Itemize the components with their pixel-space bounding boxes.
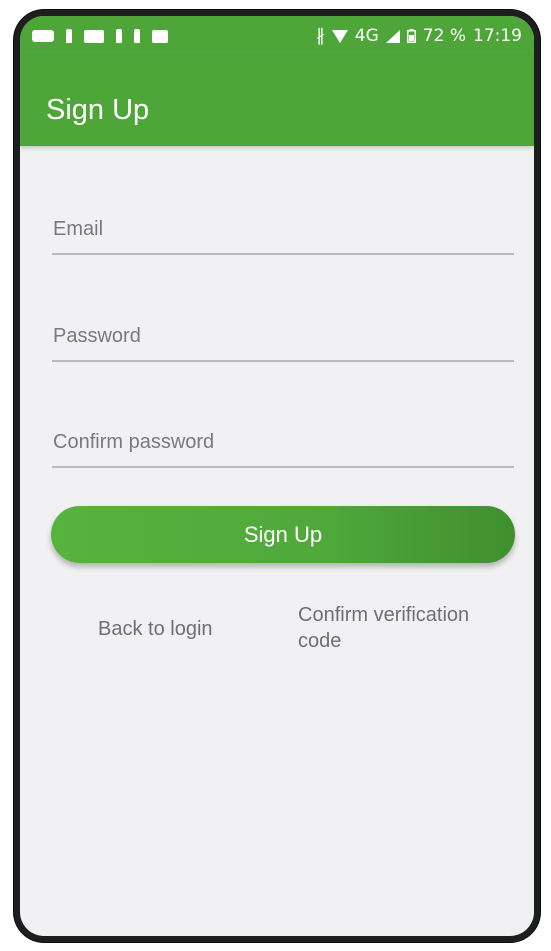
notification-icon (66, 29, 72, 43)
notification-icon (134, 29, 140, 43)
signal-icon (385, 29, 400, 43)
network-type: 4G (354, 25, 379, 46)
message-icon (32, 30, 54, 42)
bluetooth-icon: ∦ (316, 25, 325, 46)
back-to-login-link[interactable]: Back to login (98, 616, 213, 642)
clock: 17:19 (473, 25, 522, 46)
status-bar: ∦ 4G 72 % 17:19 (20, 16, 534, 56)
notification-icons (32, 29, 168, 43)
password-placeholder: Password (53, 325, 141, 347)
wifi-icon (331, 29, 348, 43)
email-placeholder: Email (53, 218, 104, 240)
system-status: ∦ 4G 72 % 17:19 (316, 25, 522, 46)
notification-icon (116, 29, 122, 43)
app-bar: Sign Up (20, 56, 534, 146)
confirm-password-field[interactable]: Confirm password (52, 416, 514, 468)
image-icon (152, 29, 168, 43)
sign-up-button[interactable]: Sign Up (51, 506, 515, 563)
page-title: Sign Up (46, 94, 150, 126)
battery-level: 72 % (422, 25, 466, 46)
app-screen: ∦ 4G 72 % 17:19 Sign Up Email Password C… (20, 16, 534, 936)
phone-frame: ∦ 4G 72 % 17:19 Sign Up Email Password C… (14, 10, 540, 942)
password-field[interactable]: Password (52, 310, 514, 362)
battery-icon (406, 29, 416, 43)
confirm-password-placeholder: Confirm password (53, 431, 215, 453)
confirm-verification-code-link[interactable]: Confirm verification code (298, 602, 498, 654)
mail-icon (84, 29, 104, 43)
email-field[interactable]: Email (52, 203, 514, 255)
